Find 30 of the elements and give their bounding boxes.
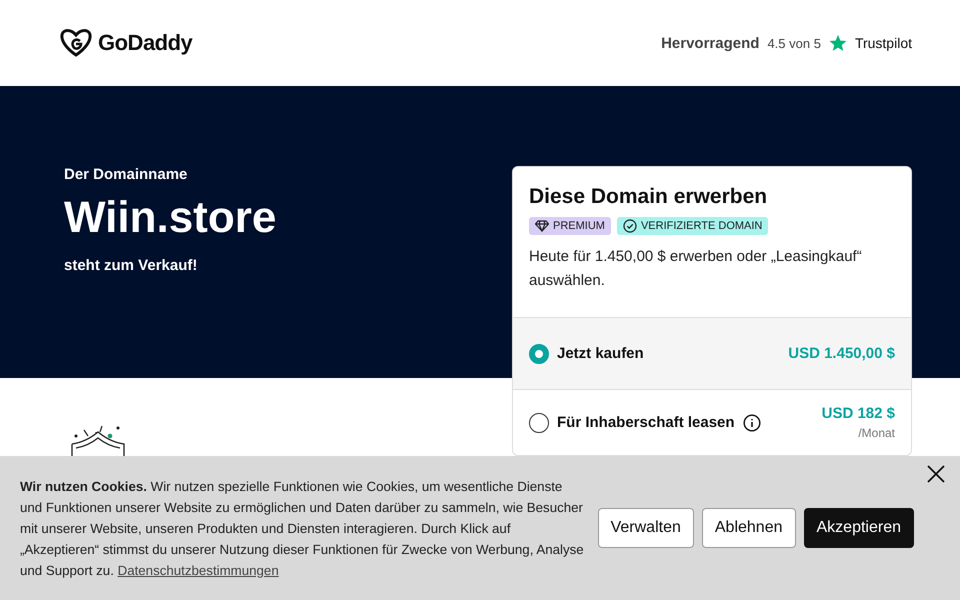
check-circle-icon — [622, 219, 637, 233]
diamond-icon — [535, 220, 549, 232]
card-title: Diese Domain erwerben — [529, 185, 768, 209]
accept-button[interactable]: Akzeptieren — [804, 508, 914, 548]
rating-label: Hervorragend — [661, 34, 760, 52]
cookie-button[interactable]: Ablehnen — [702, 508, 796, 548]
cookie-text: Wir nutzen Cookies. Wir nutzen spezielle Funktionen wie Cookies, um wesentliche Dienste und Funktionen unserer Website zu ermöglichen und Daten darüber zu sammeln, wie Besucher mit unserer Website, unseren Produkten und Diensten interagieren. Durch Klick auf „Akzeptieren“ stimmst du unserer Nutzung dieser Funktionen für Zwecke von Werbung, Analyse und Support zu. Datenschutzbestimmungen — [20, 478, 585, 580]
option-label: Jetzt kaufen — [557, 345, 644, 362]
radio-button[interactable] — [529, 344, 549, 364]
review-site-name: Trustpilot — [854, 35, 912, 51]
card-description: Heute für 1.450,00 $ erwerben oder „Leasingkauf“ auswählen. — [529, 247, 863, 291]
hero-eyebrow: Der Domainname — [64, 166, 188, 183]
domain-badge: VERIFIZIERTE DOMAIN — [616, 217, 768, 235]
rating-score: 4.5 von 5 — [767, 36, 821, 50]
option-price: USD 1.450,00 $ — [788, 345, 895, 362]
price-period: /Monat — [858, 426, 895, 440]
radio-button[interactable] — [529, 412, 549, 432]
domain-name: Wiin.store — [64, 193, 276, 243]
hero-tagline: steht zum Verkauf! — [64, 257, 198, 274]
option-label: Für Inhaberschaft leasen — [557, 414, 735, 431]
purchase-option[interactable]: Jetzt kaufen USD 1.450,00 $ — [513, 317, 911, 389]
purchase-option[interactable]: Für Inhaberschaft leasen USD 182 $ /Monat — [513, 389, 911, 455]
logo-icon — [60, 29, 92, 57]
option-price: USD 182 $ — [822, 405, 895, 422]
logo-text: GoDaddy — [98, 30, 192, 56]
privacy-link[interactable]: Datenschutzbestimmungen — [118, 562, 279, 578]
info-icon[interactable] — [742, 414, 761, 432]
domain-badge: PREMIUM — [529, 217, 611, 235]
star-icon — [828, 34, 847, 52]
cookie-button[interactable]: Verwalten — [598, 508, 694, 548]
